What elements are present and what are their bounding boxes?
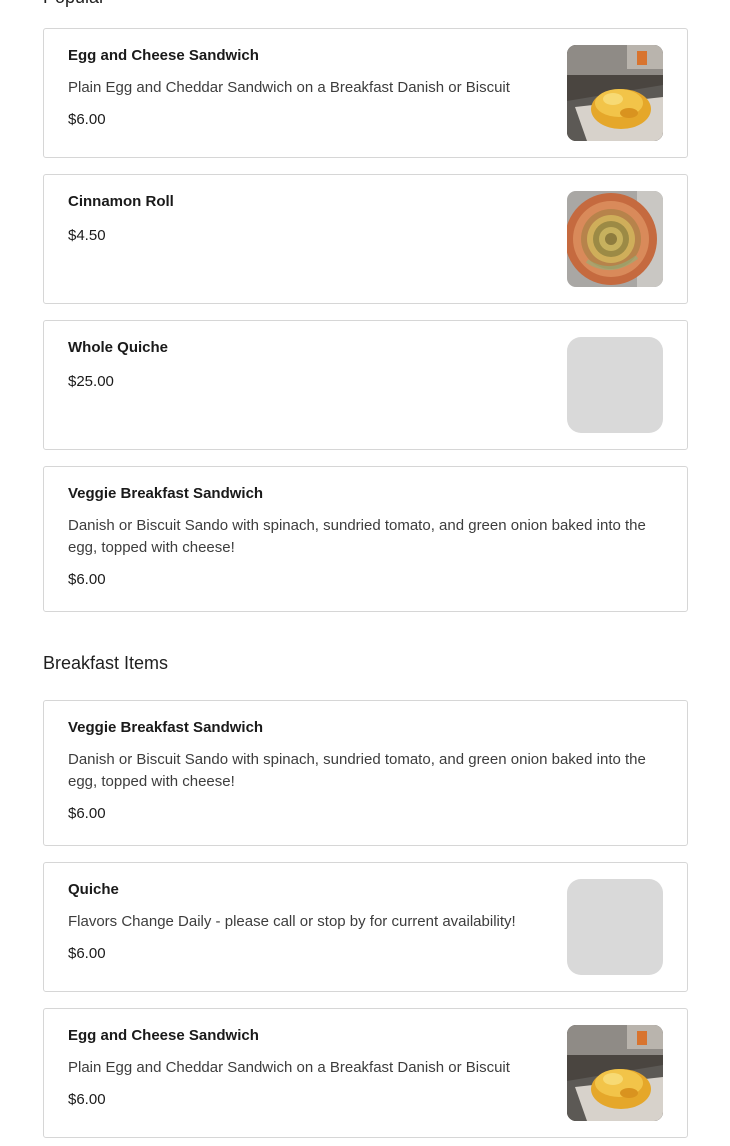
menu-item-price: $25.00 [68,373,114,390]
menu-item-price: $6.00 [68,111,106,128]
menu-page: Popular Egg and Cheese Sandwich Plain Eg… [0,0,730,1146]
menu-item-description: Danish or Biscuit Sando with spinach, su… [68,751,646,790]
menu-item-name: Whole Quiche [68,339,169,356]
menu-item-card[interactable]: Egg and Cheese Sandwich Plain Egg and Ch… [43,28,688,158]
menu-item-description: Danish or Biscuit Sando with spinach, su… [68,517,646,556]
menu-item-card[interactable]: Quiche Flavors Change Daily - please cal… [43,862,688,992]
menu-item-description: Plain Egg and Cheddar Sandwich on a Brea… [68,79,510,96]
cinnamon-roll-photo [567,191,663,287]
menu-item-text: Quiche Flavors Change Daily - please cal… [68,881,516,963]
menu-item-name: Veggie Breakfast Sandwich [68,719,264,736]
egg-sandwich-photo [567,45,663,141]
menu-item-text: Whole Quiche $25.00 [68,339,168,391]
menu-item-card[interactable]: Veggie Breakfast Sandwich Danish or Bisc… [43,466,688,612]
menu-item-text: Veggie Breakfast Sandwich Danish or Bisc… [68,719,658,823]
menu-item-card[interactable]: Egg and Cheese Sandwich Plain Egg and Ch… [43,1008,688,1138]
menu-item-text: Veggie Breakfast Sandwich Danish or Bisc… [68,485,658,589]
menu-item-card[interactable]: Whole Quiche $25.00 [43,320,688,450]
menu-item-price: $6.00 [68,1091,106,1108]
menu-item-description: Flavors Change Daily - please call or st… [68,913,516,930]
menu-item-card[interactable]: Veggie Breakfast Sandwich Danish or Bisc… [43,700,688,846]
section-heading-cut-off: Popular [43,0,105,8]
menu-item-card[interactable]: Cinnamon Roll $4.50 [43,174,688,304]
menu-item-price: $4.50 [68,227,106,244]
section-heading: Breakfast Items [43,653,169,673]
menu-item-price: $6.00 [68,571,106,588]
menu-item-name: Cinnamon Roll [68,193,174,210]
egg-sandwich-photo [567,1025,663,1121]
menu-item-name: Veggie Breakfast Sandwich [68,485,264,502]
menu-item-name: Quiche [68,881,119,898]
menu-item-text: Cinnamon Roll $4.50 [68,193,174,245]
menu-item-text: Egg and Cheese Sandwich Plain Egg and Ch… [68,47,510,129]
menu-item-price: $6.00 [68,945,106,962]
image-placeholder [567,337,663,433]
menu-item-name: Egg and Cheese Sandwich [68,1027,259,1044]
menu-item-name: Egg and Cheese Sandwich [68,47,259,64]
menu-item-text: Egg and Cheese Sandwich Plain Egg and Ch… [68,1027,510,1109]
menu-item-price: $6.00 [68,805,106,822]
image-placeholder [567,879,663,975]
menu-item-description: Plain Egg and Cheddar Sandwich on a Brea… [68,1059,510,1076]
